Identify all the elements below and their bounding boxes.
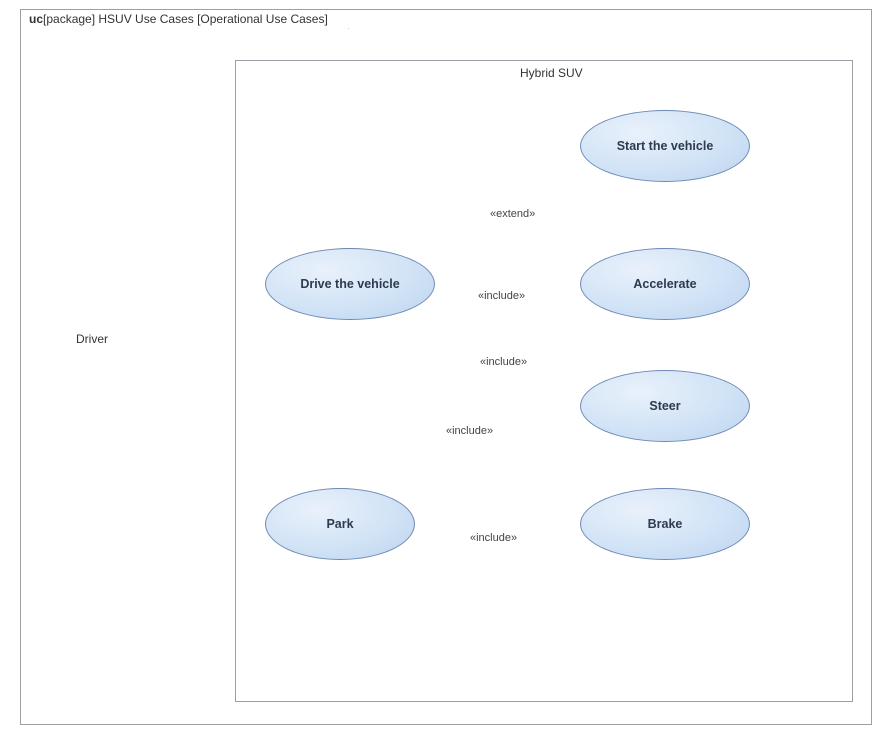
actor-driver-label: Driver [70, 332, 114, 346]
usecase-brake: Brake [580, 488, 750, 560]
frame-kind-keyword: uc [29, 12, 43, 26]
frame-kind-text: [package] HSUV Use Cases [Operational Us… [43, 12, 328, 26]
label-extend-start-drive: «extend» [490, 208, 535, 220]
usecase-drive-label: Drive the vehicle [300, 277, 399, 291]
usecase-brake-label: Brake [648, 517, 683, 531]
subject-boundary [235, 60, 853, 702]
usecase-accelerate: Accelerate [580, 248, 750, 320]
label-include-drive-steer: «include» [480, 356, 527, 368]
label-include-drive-brake: «include» [446, 425, 493, 437]
usecase-drive: Drive the vehicle [265, 248, 435, 320]
subject-label: Hybrid SUV [520, 66, 583, 80]
usecase-steer-label: Steer [649, 399, 680, 413]
usecase-accelerate-label: Accelerate [633, 277, 696, 291]
label-include-drive-accelerate: «include» [478, 290, 525, 302]
usecase-start-label: Start the vehicle [617, 139, 714, 153]
diagram-canvas: uc[package] HSUV Use Cases [Operational … [0, 0, 889, 740]
usecase-park: Park [265, 488, 415, 560]
label-include-park-brake: «include» [470, 532, 517, 544]
usecase-start: Start the vehicle [580, 110, 750, 182]
usecase-steer: Steer [580, 370, 750, 442]
frame-title-tab: uc[package] HSUV Use Cases [Operational … [20, 9, 349, 29]
usecase-park-label: Park [326, 517, 353, 531]
